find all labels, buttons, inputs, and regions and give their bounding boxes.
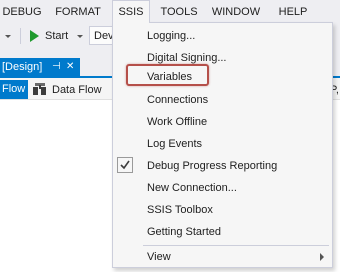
ssis-menu-dropdown: Logging... Digital Signing... Variables … — [112, 22, 333, 268]
menu-help[interactable]: HELP — [272, 0, 314, 22]
menu-tools[interactable]: TOOLS — [156, 0, 202, 22]
menu-item-label: Logging... — [147, 30, 196, 42]
document-tab[interactable]: [Design] ⊣ ✕ — [0, 58, 80, 76]
checkmark-icon — [117, 157, 133, 173]
menu-format[interactable]: FORMAT — [50, 0, 106, 22]
toolbar-overflow-arrow-icon[interactable] — [5, 35, 11, 38]
tab-control-flow[interactable]: Flow — [0, 80, 28, 99]
menu-item-work-offline[interactable]: Work Offline — [113, 112, 332, 132]
tab-data-flow[interactable]: Data Flow — [52, 83, 102, 97]
start-button[interactable]: Start — [45, 29, 68, 43]
menu-item-log-events[interactable]: Log Events — [113, 134, 332, 154]
menu-item-label: Connections — [147, 94, 209, 106]
variables-highlight-annotation — [126, 64, 209, 86]
menu-item-view[interactable]: View — [113, 247, 332, 267]
toolbar-separator — [20, 28, 21, 44]
menu-item-debug-progress-reporting[interactable]: Debug Progress Reporting — [113, 156, 332, 176]
menu-item-label: New Connection... — [147, 182, 237, 194]
menu-item-label: Getting Started — [147, 226, 221, 238]
menu-item-getting-started[interactable]: Getting Started — [113, 222, 332, 242]
start-play-icon[interactable] — [30, 30, 39, 42]
menu-separator — [143, 245, 329, 246]
submenu-arrow-icon — [320, 253, 324, 261]
document-tab-label: [Design] — [2, 61, 43, 73]
menu-window[interactable]: WINDOW — [208, 0, 264, 22]
menu-item-logging[interactable]: Logging... — [113, 26, 332, 46]
menu-item-label: Log Events — [147, 138, 203, 150]
pin-icon[interactable]: ⊣ — [52, 58, 61, 76]
close-icon[interactable]: ✕ — [66, 58, 74, 76]
menu-item-label: Debug Progress Reporting — [147, 160, 278, 172]
menu-item-label: View — [147, 251, 171, 263]
start-dropdown-arrow-icon[interactable] — [77, 35, 83, 38]
menu-item-new-connection[interactable]: New Connection... — [113, 178, 332, 198]
data-flow-icon — [32, 81, 48, 97]
menu-ssis[interactable]: SSIS — [112, 0, 150, 23]
menu-debug[interactable]: DEBUG — [2, 0, 42, 22]
menu-bar: DEBUG FORMAT SSIS TOOLS WINDOW HELP — [0, 0, 340, 23]
menu-item-label: SSIS Toolbox — [147, 204, 213, 216]
menu-item-label: Work Offline — [147, 116, 208, 128]
menu-item-ssis-toolbox[interactable]: SSIS Toolbox — [113, 200, 332, 220]
menu-item-connections[interactable]: Connections — [113, 90, 332, 110]
